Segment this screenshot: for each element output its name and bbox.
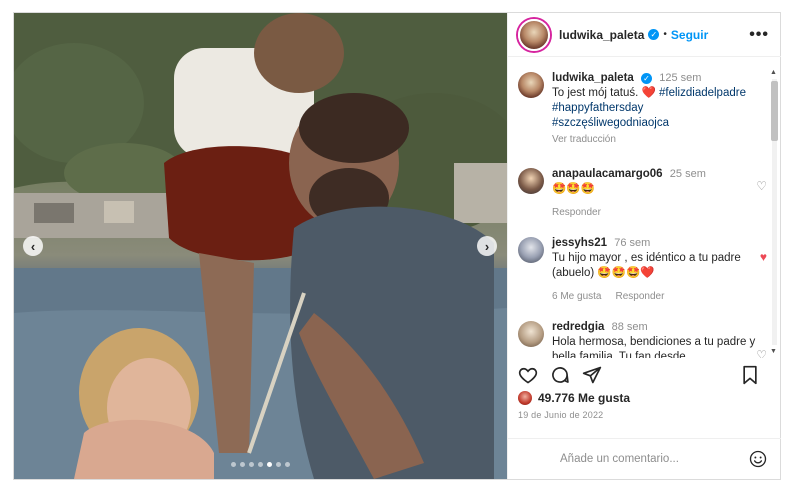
post-side-panel: ludwika_paleta ✓ • Seguir ••• ludwika_pa… <box>507 13 781 479</box>
like-comment-heart-icon[interactable]: ♡ <box>756 348 767 358</box>
share-paper-plane-icon[interactable] <box>582 365 602 385</box>
previous-photo-button[interactable]: ‹ <box>23 236 43 256</box>
caption-username[interactable]: ludwika_paleta <box>552 72 634 84</box>
post-actions <box>518 363 771 387</box>
carousel-dot[interactable] <box>249 462 254 467</box>
more-options-button[interactable]: ••• <box>749 26 769 44</box>
hashtag[interactable]: #szczęśliwegodniaojca <box>552 117 669 129</box>
comment-text: 🤩🤩🤩 <box>552 183 595 195</box>
verified-badge-icon: ✓ <box>648 29 660 40</box>
comment-username[interactable]: redredgia <box>552 321 604 333</box>
comment-text: Tu hijo mayor , es idéntico a tu padre (… <box>552 252 741 279</box>
follow-button[interactable]: Seguir <box>671 28 708 42</box>
reply-button[interactable]: Responder <box>552 207 601 218</box>
commenter-avatar[interactable] <box>518 168 544 194</box>
carousel-dot[interactable] <box>258 462 263 467</box>
chevron-left-icon: ‹ <box>30 238 36 254</box>
chevron-right-icon: › <box>484 238 490 254</box>
caption-text: To jest mój tatuś. ❤️ <box>552 87 656 99</box>
post-dialog: ‹ › ludwika_paleta ✓ • Seguir ••• ludwik… <box>13 12 781 480</box>
author-avatar[interactable] <box>518 18 550 51</box>
emoji-smiley-icon[interactable] <box>749 450 767 468</box>
comment-time[interactable]: 76 sem <box>614 237 650 249</box>
liked-heart-icon[interactable]: ♥ <box>760 250 767 264</box>
next-photo-button[interactable]: › <box>477 236 497 256</box>
commenter-avatar[interactable] <box>518 237 544 263</box>
caption: ludwika_paleta ✓ 125 sem To jest mój tat… <box>508 71 781 147</box>
post-photo[interactable]: ‹ › <box>14 13 507 479</box>
scroll-up-arrow-icon[interactable]: ▲ <box>770 69 777 76</box>
reply-button[interactable]: Responder <box>615 291 664 302</box>
likes-count[interactable]: 49.776 Me gusta <box>538 391 630 405</box>
verified-badge-icon: ✓ <box>641 73 653 84</box>
liker-avatar[interactable] <box>518 391 532 405</box>
likes-summary[interactable]: 49.776 Me gusta <box>518 391 630 405</box>
comment-time[interactable]: 88 sem <box>612 321 648 333</box>
comment-bubble-icon[interactable] <box>550 365 570 385</box>
comment: anapaulacamargo06 25 sem 🤩🤩🤩 Responder ♡ <box>508 167 781 220</box>
scrollbar-thumb[interactable] <box>771 81 778 141</box>
comment-time[interactable]: 25 sem <box>670 168 706 180</box>
comments-scrollbar[interactable]: ▲ ▼ <box>769 69 779 355</box>
comment-input[interactable] <box>558 452 749 466</box>
carousel-dot[interactable] <box>276 462 281 467</box>
carousel-dot[interactable] <box>231 462 236 467</box>
post-header: ludwika_paleta ✓ • Seguir ••• <box>508 13 781 57</box>
caption-time[interactable]: 125 sem <box>659 72 701 84</box>
comment-composer <box>508 438 781 479</box>
author-username[interactable]: ludwika_paleta <box>559 28 644 42</box>
comment: jessyhs21 76 sem Tu hijo mayor , es idén… <box>508 236 781 304</box>
see-translation-link[interactable]: Ver traducción <box>552 132 759 147</box>
post-date[interactable]: 19 de Junio de 2022 <box>518 410 603 420</box>
like-heart-icon[interactable] <box>518 365 538 385</box>
hashtag[interactable]: #felizdiadelpadre <box>659 87 746 99</box>
commenter-avatar[interactable] <box>518 321 544 347</box>
comment: redredgia 88 sem Hola hermosa, bendicion… <box>508 320 781 358</box>
comment-likes-count[interactable]: 6 Me gusta <box>552 291 601 302</box>
scroll-down-arrow-icon[interactable]: ▼ <box>770 348 777 355</box>
caption-avatar[interactable] <box>518 72 544 98</box>
comment-text: Hola hermosa, bendiciones a tu padre y b… <box>552 336 756 358</box>
separator-dot: • <box>663 29 667 40</box>
save-bookmark-icon[interactable] <box>741 365 759 385</box>
carousel-dot[interactable] <box>285 462 290 467</box>
carousel-dot[interactable] <box>240 462 245 467</box>
hashtag[interactable]: #happyfathersday <box>552 102 643 114</box>
comment-username[interactable]: anapaulacamargo06 <box>552 168 663 180</box>
comments-list[interactable]: ludwika_paleta ✓ 125 sem To jest mój tat… <box>508 63 781 358</box>
carousel-dot[interactable] <box>267 462 272 467</box>
comment-username[interactable]: jessyhs21 <box>552 237 607 249</box>
like-comment-heart-icon[interactable]: ♡ <box>756 179 767 193</box>
carousel-indicators <box>14 462 507 467</box>
photo-illustration <box>14 13 507 479</box>
